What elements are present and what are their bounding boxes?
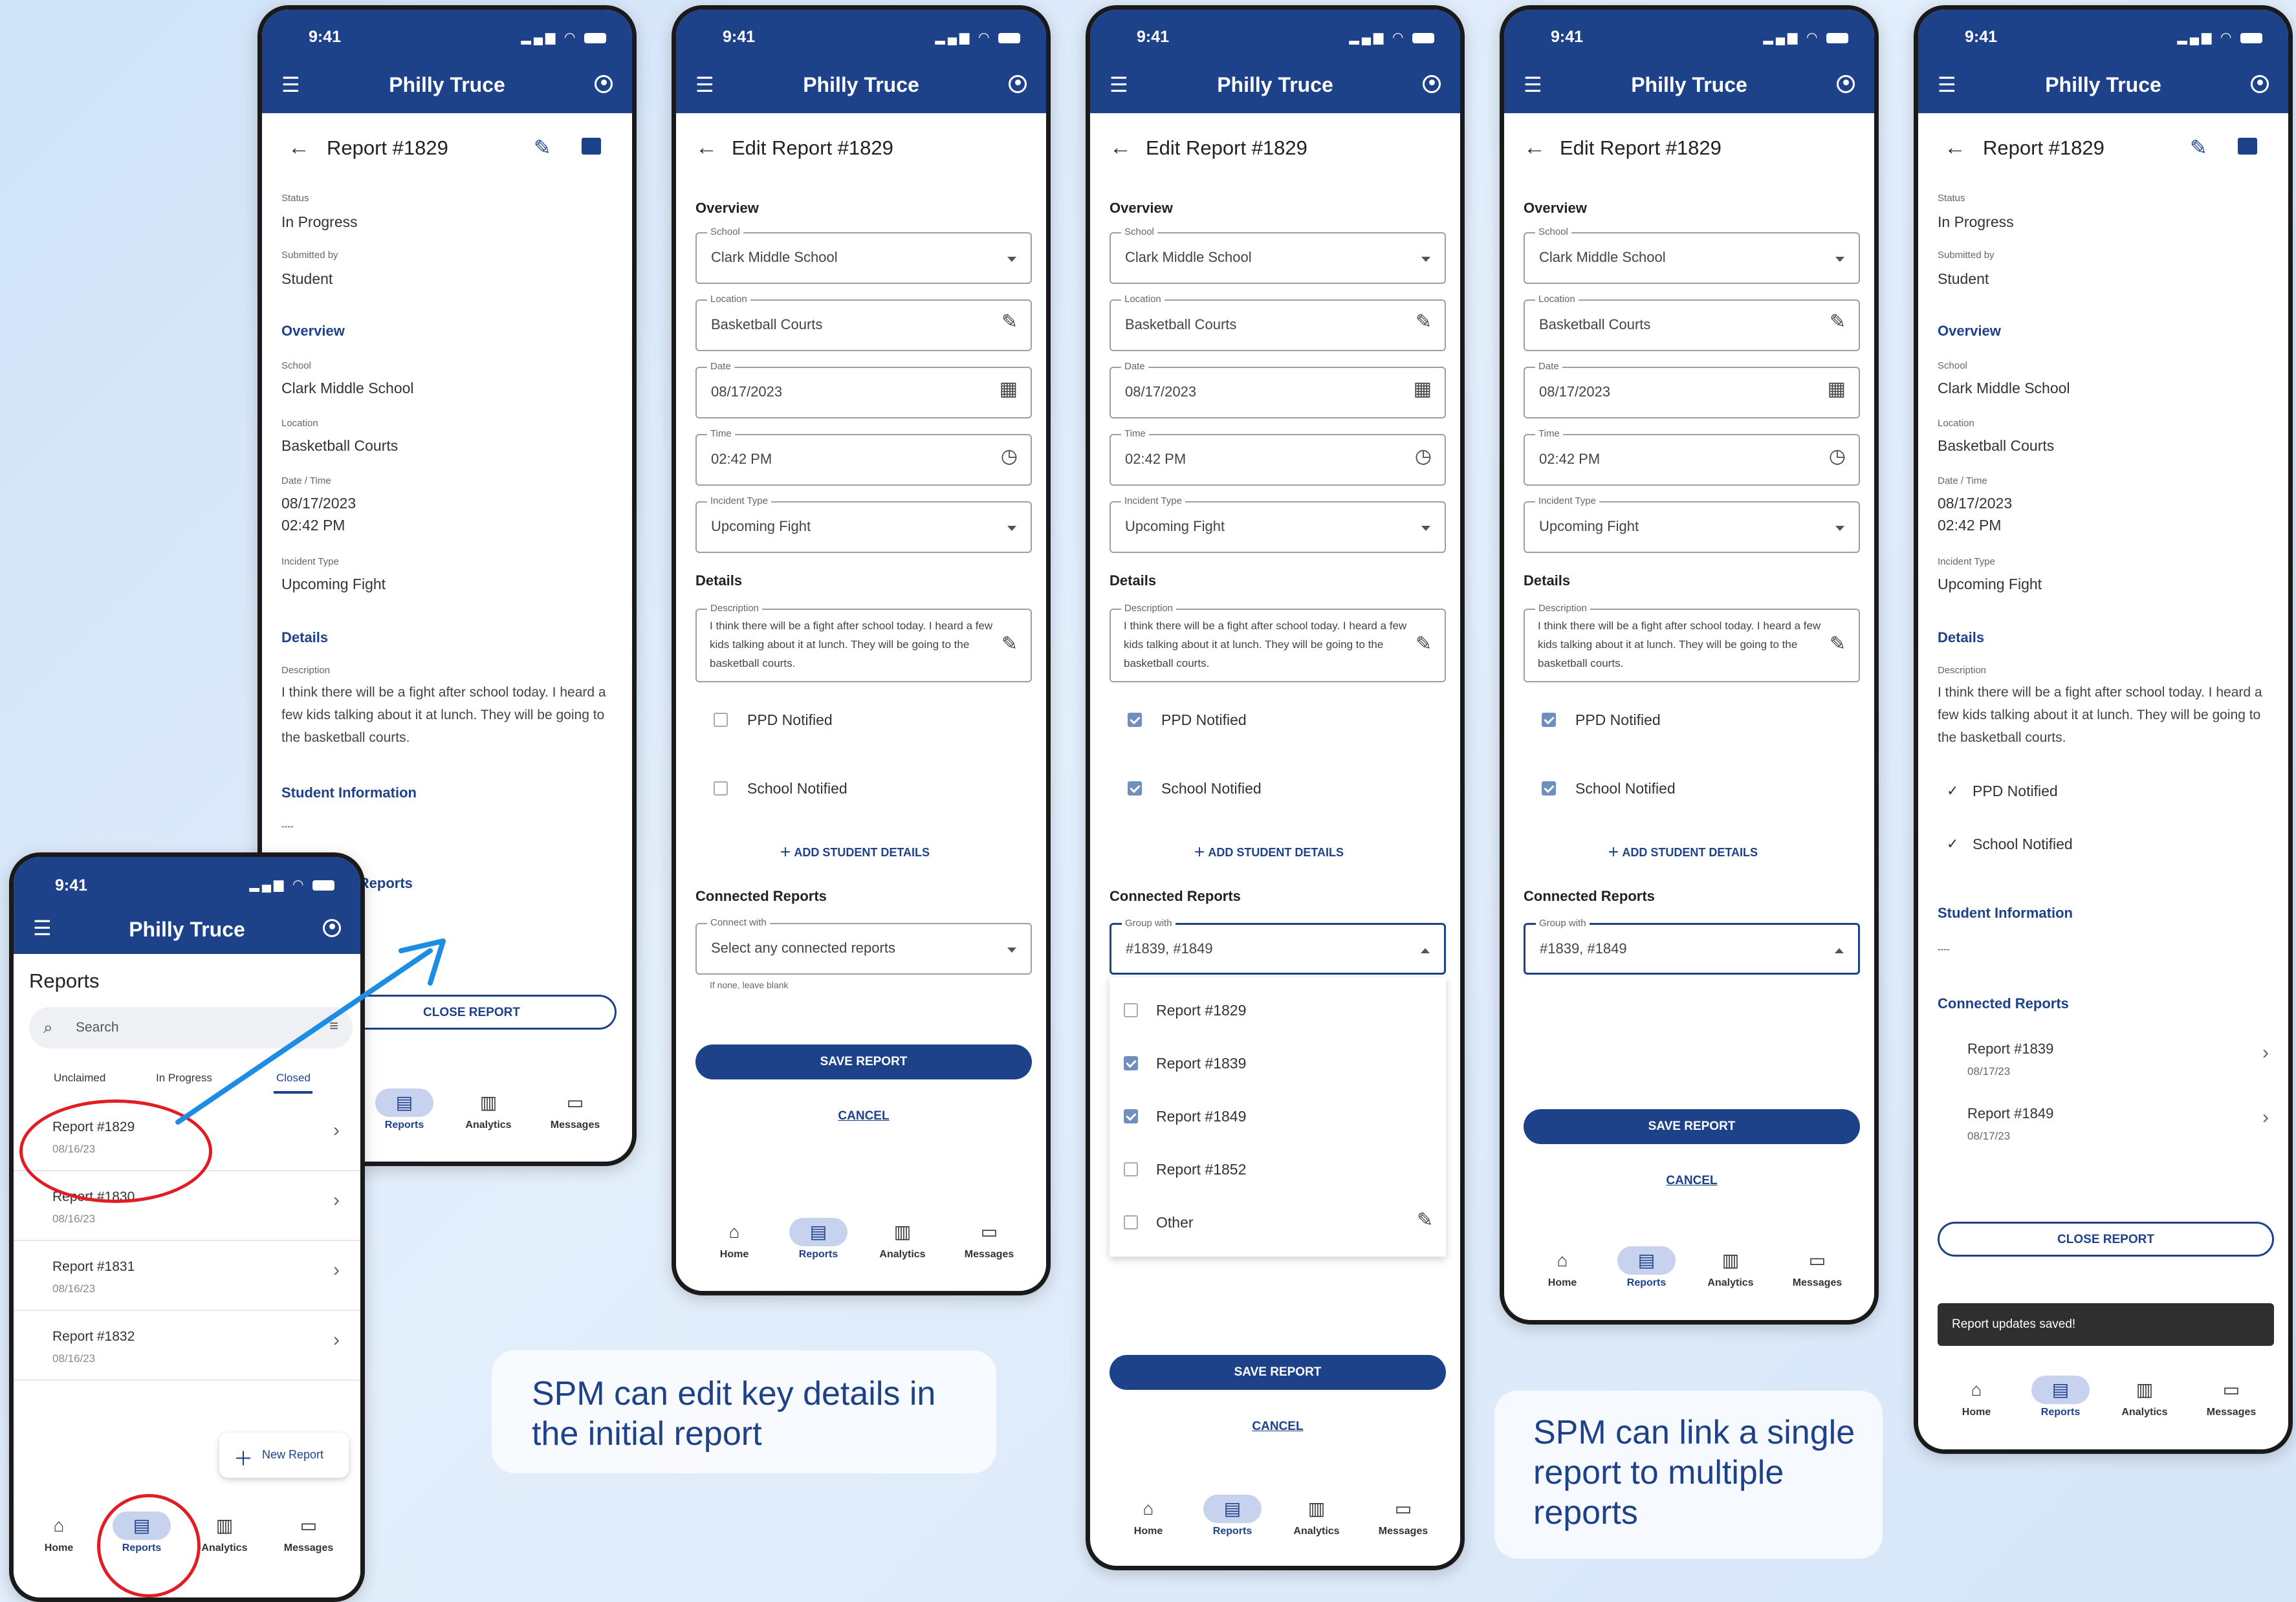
caption-link: SPM can link a single report to multiple… (1494, 1391, 1883, 1559)
caption-edit: SPM can edit key details in the initial … (492, 1350, 996, 1473)
flow-arrow (175, 938, 446, 1125)
